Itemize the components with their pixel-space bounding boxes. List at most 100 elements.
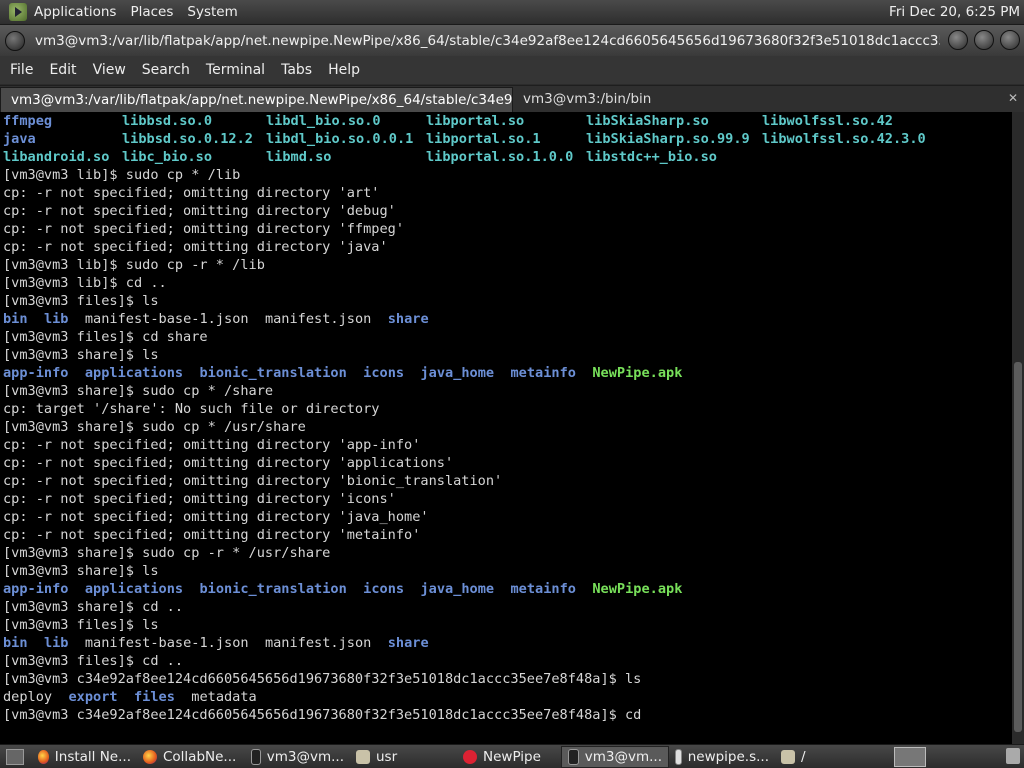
clock[interactable]: Fri Dec 20, 6:25 PM [889, 4, 1020, 20]
taskbar-button-label: NewPipe [483, 748, 541, 765]
ls-entry: share [387, 635, 429, 651]
tab-bar: vm3@vm3:/var/lib/flatpak/app/net.newpipe… [0, 85, 1024, 112]
ls-entry: libdl_bio.so.0 [266, 113, 381, 129]
command-output-line: cp: -r not specified; omitting directory… [3, 221, 405, 237]
terminal-menubar: File Edit View Search Terminal Tabs Help [0, 56, 1024, 84]
shell-prompt-line: [vm3@vm3 share]$ ls [3, 563, 159, 579]
workspace-switcher[interactable] [894, 747, 926, 767]
taskbar-button[interactable]: NewPipe [457, 746, 561, 768]
shell-prompt-line: [vm3@vm3 files]$ ls [3, 617, 159, 633]
command-output-line: cp: -r not specified; omitting directory… [3, 203, 396, 219]
show-desktop-icon[interactable] [6, 748, 24, 765]
terminal-output[interactable]: ffmpeg libbsd.so.0 libdl_bio.so.0 libportal… [0, 112, 1012, 744]
menu-view[interactable]: View [93, 62, 126, 78]
menu-system[interactable]: System [185, 4, 239, 20]
ls-entry: lib [43, 635, 69, 651]
ls-entry: libmd.so [266, 149, 332, 165]
taskbar-button[interactable]: Install Ne... [32, 746, 137, 768]
shell-prompt-line: [vm3@vm3 share]$ sudo cp * /usr/share [3, 419, 306, 435]
ls-entry: metainfo [510, 581, 576, 597]
taskbar-button[interactable]: vm3@vm... [561, 745, 669, 768]
minimize-button[interactable] [948, 30, 968, 50]
command-output-line: cp: -r not specified; omitting directory… [3, 239, 388, 255]
shell-prompt-line: [vm3@vm3 share]$ sudo cp * /share [3, 383, 274, 399]
ls-entry: icons [363, 581, 405, 597]
ls-entry [762, 148, 932, 166]
ls-entry: app-info [3, 581, 69, 597]
ls-output-line: app-info applications bionic_translation… [0, 580, 1012, 598]
ls-entry: manifest-base-1.json [84, 311, 249, 327]
taskbar-button[interactable]: vm3@vm... [245, 746, 350, 768]
ls-entry: libSkiaSharp.so [586, 113, 709, 129]
ls-output-line: app-info applications bionic_translation… [0, 364, 1012, 382]
newpipe-icon [463, 749, 477, 764]
taskbar-button-label: / [801, 748, 806, 765]
ls-entry: NewPipe.apk [592, 581, 683, 597]
tab-newpipe-dir[interactable]: vm3@vm3:/var/lib/flatpak/app/net.newpipe… [0, 87, 513, 112]
shell-prompt-line: [vm3@vm3 share]$ cd .. [3, 599, 184, 615]
menu-search[interactable]: Search [142, 62, 190, 78]
menu-places[interactable]: Places [128, 4, 175, 20]
taskbar-button-label: CollabNe... [163, 748, 237, 765]
ls-entry: libstdc++_bio.so [586, 149, 717, 165]
close-button[interactable] [1000, 30, 1020, 50]
ls-grid-row: ffmpeg libbsd.so.0 libdl_bio.so.0 libportal… [0, 112, 1012, 130]
taskbar-button[interactable]: usr [350, 746, 457, 768]
menu-terminal[interactable]: Terminal [206, 62, 265, 78]
taskbar-button-label: vm3@vm... [266, 748, 344, 765]
distro-logo-icon[interactable] [9, 3, 27, 21]
ls-entry: bionic_translation [199, 581, 347, 597]
scrollbar-thumb[interactable] [1014, 362, 1022, 732]
ls-output-line: bin lib manifest-base-1.json manifest.js… [0, 310, 1012, 328]
window-menu-button[interactable] [5, 30, 25, 51]
menu-applications[interactable]: Applications [32, 4, 118, 20]
top-panel: Applications Places System Fri Dec 20, 6… [0, 0, 1024, 25]
taskbar-button[interactable]: newpipe.s... [669, 746, 775, 768]
tab-bin-bin[interactable]: vm3@vm3:/bin/bin [513, 87, 1010, 112]
taskbar-button-label: newpipe.s... [687, 748, 769, 765]
ls-grid-row: java libbsd.so.0.12.2 libdl_bio.so.0.0.1 li… [0, 130, 1012, 148]
ls-entry: metainfo [510, 365, 576, 381]
tab-close-icon[interactable]: ✕ [1008, 92, 1020, 104]
menu-edit[interactable]: Edit [49, 62, 76, 78]
command-output-line: cp: -r not specified; omitting directory… [3, 509, 429, 525]
shell-prompt-line: [vm3@vm3 c34e92af8ee124cd6605645656d1967… [3, 707, 642, 723]
bottom-taskbar: Install Ne... CollabNe... vm3@vm... usr NewP… [0, 744, 1024, 768]
terminal-scrollbar[interactable] [1012, 112, 1024, 744]
taskbar-button-label: Install Ne... [54, 748, 131, 765]
ls-entry: deploy [3, 689, 53, 705]
taskbar-button[interactable]: CollabNe... [137, 746, 245, 768]
folder-icon [781, 749, 795, 764]
shell-prompt-line: [vm3@vm3 lib]$ sudo cp * /lib [3, 167, 241, 183]
taskbar-button[interactable]: / [775, 746, 885, 768]
ls-entry: ffmpeg [3, 113, 53, 129]
ls-output-line: deploy export files metadata [0, 688, 1012, 706]
ls-entry: NewPipe.apk [592, 365, 683, 381]
shell-prompt-line: [vm3@vm3 c34e92af8ee124cd6605645656d1967… [3, 671, 642, 687]
ls-entry: icons [363, 365, 405, 381]
ls-entry: libSkiaSharp.so.99.9 [586, 131, 750, 147]
shell-prompt-line: [vm3@vm3 share]$ sudo cp -r * /usr/share [3, 545, 331, 561]
ls-entry: java_home [420, 581, 495, 597]
trash-icon[interactable] [1006, 748, 1020, 764]
menu-help[interactable]: Help [328, 62, 360, 78]
maximize-button[interactable] [974, 30, 994, 50]
menu-file[interactable]: File [10, 62, 33, 78]
ls-entry: libportal.so.1 [426, 131, 541, 147]
firefox-icon [143, 749, 157, 764]
menu-tabs[interactable]: Tabs [281, 62, 312, 78]
window-titlebar[interactable]: vm3@vm3:/var/lib/flatpak/app/net.newpipe… [0, 25, 1024, 56]
ls-output-line: bin lib manifest-base-1.json manifest.js… [0, 634, 1012, 652]
ls-entry: bin [3, 635, 28, 651]
shell-prompt-line: [vm3@vm3 files]$ cd .. [3, 653, 184, 669]
ls-entry: applications [84, 365, 184, 381]
ls-entry: java_home [420, 365, 495, 381]
ls-entry: java [3, 131, 36, 147]
ls-entry: app-info [3, 365, 69, 381]
window-title: vm3@vm3:/var/lib/flatpak/app/net.newpipe… [35, 32, 940, 49]
ls-entry: libc_bio.so [122, 149, 213, 165]
ls-entry: lib [43, 311, 69, 327]
command-output-line: cp: -r not specified; omitting directory… [3, 473, 503, 489]
shell-prompt-line: [vm3@vm3 files]$ ls [3, 293, 159, 309]
ls-entry: manifest.json [264, 635, 372, 651]
